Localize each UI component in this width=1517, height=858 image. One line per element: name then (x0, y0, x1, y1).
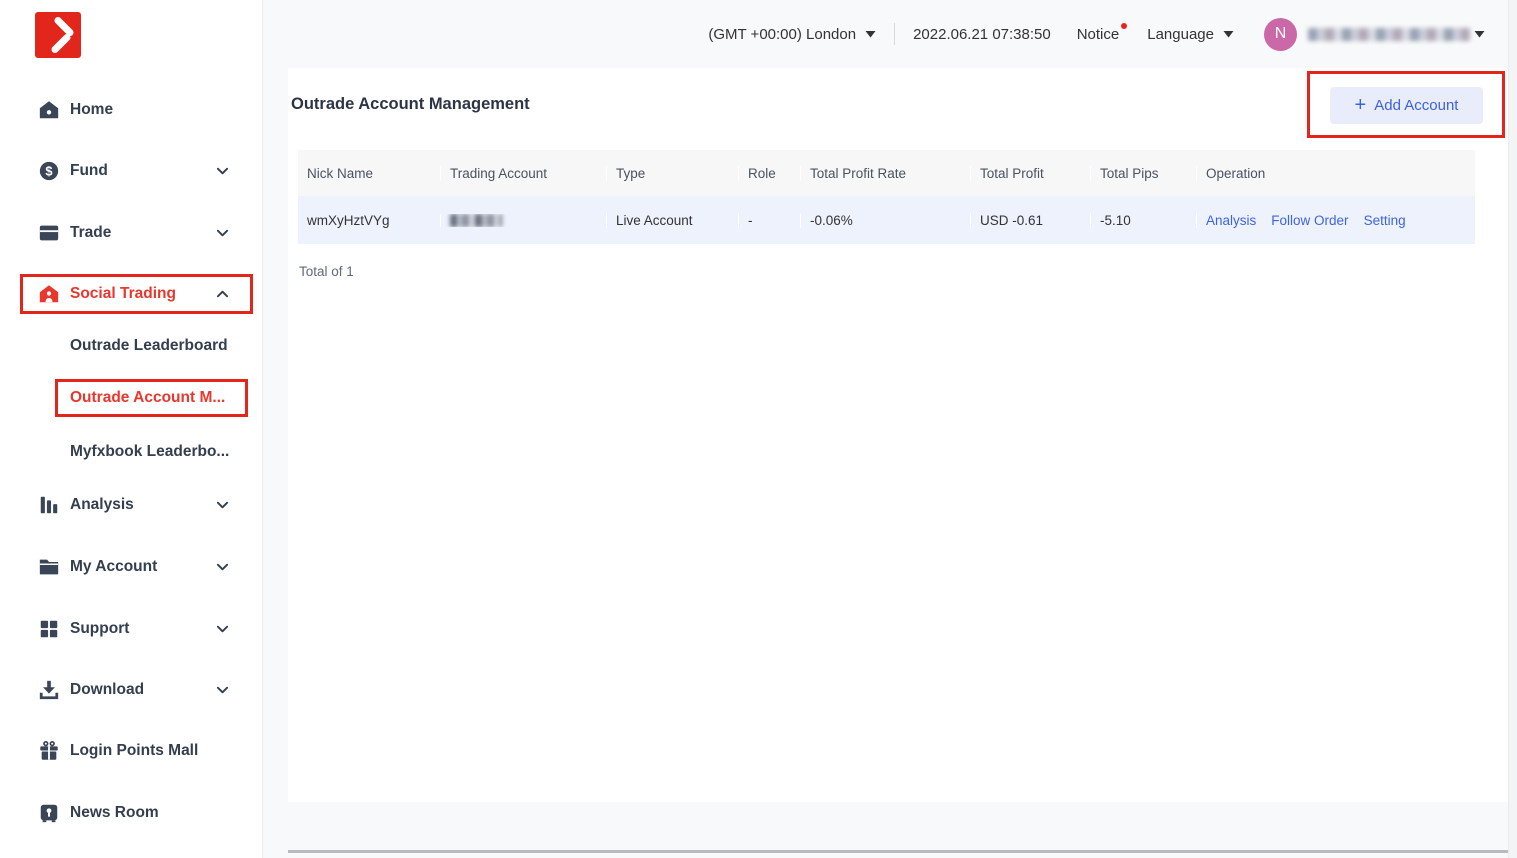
trade-panel-icon (38, 222, 60, 244)
chevron-down-icon (216, 227, 229, 240)
sidebar-item-news-room[interactable]: News Room (0, 793, 263, 833)
bar-chart-icon (38, 494, 60, 516)
grid-icon (38, 618, 60, 640)
follow-order-link[interactable]: Follow Order (1271, 213, 1348, 228)
cell-trading-account (440, 214, 606, 227)
folder-icon (38, 556, 60, 578)
col-header-total-profit: Total Profit (970, 166, 1090, 181)
page-title: Outrade Account Management (291, 95, 530, 114)
notice-badge-dot (1121, 23, 1127, 29)
dollar-circle-icon: $ (38, 160, 60, 182)
notice-link[interactable]: Notice (1077, 26, 1120, 43)
sidebar-item-label: Download (70, 681, 144, 699)
chevron-down-icon (216, 623, 229, 636)
content-card: Outrade Account Management + Add Account… (288, 68, 1508, 802)
cell-role: - (738, 213, 800, 228)
sidebar-item-my-account[interactable]: My Account (0, 547, 263, 587)
social-trading-house-icon (38, 283, 60, 305)
sidebar-item-download[interactable]: Download (0, 670, 263, 710)
sidebar-item-label: Social Trading (70, 285, 176, 303)
sidebar-item-support[interactable]: Support (0, 609, 263, 649)
caret-down-icon (1223, 30, 1234, 38)
sidebar-item-label: News Room (70, 804, 159, 822)
chevron-down-icon (216, 684, 229, 697)
chevron-down-icon (216, 165, 229, 178)
news-room-icon (38, 802, 60, 824)
analysis-link[interactable]: Analysis (1206, 213, 1256, 228)
sidebar-item-label: Trade (70, 224, 111, 242)
svg-text:$: $ (45, 164, 52, 179)
add-account-label: Add Account (1374, 97, 1458, 114)
caret-down-icon[interactable] (1474, 30, 1485, 38)
chevron-up-icon (216, 288, 229, 301)
sidebar-item-label: Login Points Mall (70, 742, 198, 760)
username-redacted[interactable] (1308, 28, 1470, 41)
timezone-select[interactable]: (GMT +00:00) London (708, 26, 876, 43)
setting-link[interactable]: Setting (1364, 213, 1406, 228)
col-header-role: Role (738, 166, 800, 181)
cell-total-profit: USD -0.61 (970, 213, 1090, 228)
sidebar-item-login-points-mall[interactable]: Login Points Mall (0, 731, 263, 771)
sidebar-item-outrade-leaderboard[interactable]: Outrade Leaderboard (0, 326, 263, 366)
chevron-down-icon (216, 499, 229, 512)
sidebar-item-label: Myfxbook Leaderbo... (70, 443, 229, 461)
notice-label: Notice (1077, 26, 1120, 43)
avatar-letter: N (1275, 25, 1287, 43)
col-header-trading-account: Trading Account (440, 166, 606, 181)
timezone-label: (GMT +00:00) London (708, 26, 856, 43)
vertical-scrollbar-track[interactable] (1508, 0, 1517, 858)
gift-icon (38, 740, 60, 762)
sidebar-item-analysis[interactable]: Analysis (0, 485, 263, 525)
col-header-nick-name: Nick Name (298, 166, 440, 181)
sidebar: Home $ Fund Trade So (0, 0, 263, 858)
home-icon (38, 99, 60, 121)
col-header-total-profit-rate: Total Profit Rate (800, 166, 970, 181)
screen: Home $ Fund Trade So (0, 0, 1517, 858)
sidebar-item-label: Outrade Leaderboard (70, 337, 228, 355)
caret-down-icon (865, 30, 876, 38)
avatar[interactable]: N (1264, 18, 1297, 51)
table-row: wmXyHztVYg Live Account - -0.06% USD -0.… (298, 196, 1475, 244)
cell-type: Live Account (606, 213, 738, 228)
sidebar-item-trade[interactable]: Trade (0, 213, 263, 253)
cell-nick-name: wmXyHztVYg (298, 213, 440, 228)
sidebar-item-label: Support (70, 620, 129, 638)
cell-operation: Analysis Follow Order Setting (1196, 213, 1475, 228)
sidebar-item-myfxbook-leaderboard[interactable]: Myfxbook Leaderbo... (0, 432, 263, 472)
horizontal-scrollbar[interactable] (288, 850, 1508, 853)
sidebar-item-label: Fund (70, 162, 108, 180)
sidebar-item-label: Outrade Account M... (70, 389, 225, 407)
trading-account-redacted (450, 214, 502, 227)
language-label: Language (1147, 26, 1214, 43)
cell-total-pips: -5.10 (1090, 213, 1196, 228)
topbar: (GMT +00:00) London 2022.06.21 07:38:50 … (263, 0, 1517, 68)
language-select[interactable]: Language (1147, 26, 1234, 43)
chevron-down-icon (216, 561, 229, 574)
brand-logo-icon[interactable] (35, 12, 81, 58)
download-icon (38, 679, 60, 701)
plus-icon: + (1355, 95, 1367, 115)
col-header-total-pips: Total Pips (1090, 166, 1196, 181)
sidebar-item-outrade-account-management[interactable]: Outrade Account M... (0, 378, 263, 418)
sidebar-item-social-trading[interactable]: Social Trading (0, 274, 263, 314)
table-header-row: Nick Name Trading Account Type Role Tota… (298, 150, 1475, 196)
accounts-table: Nick Name Trading Account Type Role Tota… (298, 150, 1475, 244)
sidebar-item-fund[interactable]: $ Fund (0, 151, 263, 191)
add-account-button[interactable]: + Add Account (1330, 87, 1483, 124)
total-count-label: Total of 1 (299, 264, 354, 279)
col-header-operation: Operation (1196, 166, 1475, 181)
server-datetime: 2022.06.21 07:38:50 (913, 26, 1051, 43)
sidebar-item-label: My Account (70, 558, 157, 576)
col-header-type: Type (606, 166, 738, 181)
topbar-divider (894, 23, 895, 45)
sidebar-item-label: Analysis (70, 496, 134, 514)
sidebar-item-label: Home (70, 101, 113, 119)
cell-total-profit-rate: -0.06% (800, 213, 970, 228)
sidebar-item-home[interactable]: Home (0, 90, 263, 130)
